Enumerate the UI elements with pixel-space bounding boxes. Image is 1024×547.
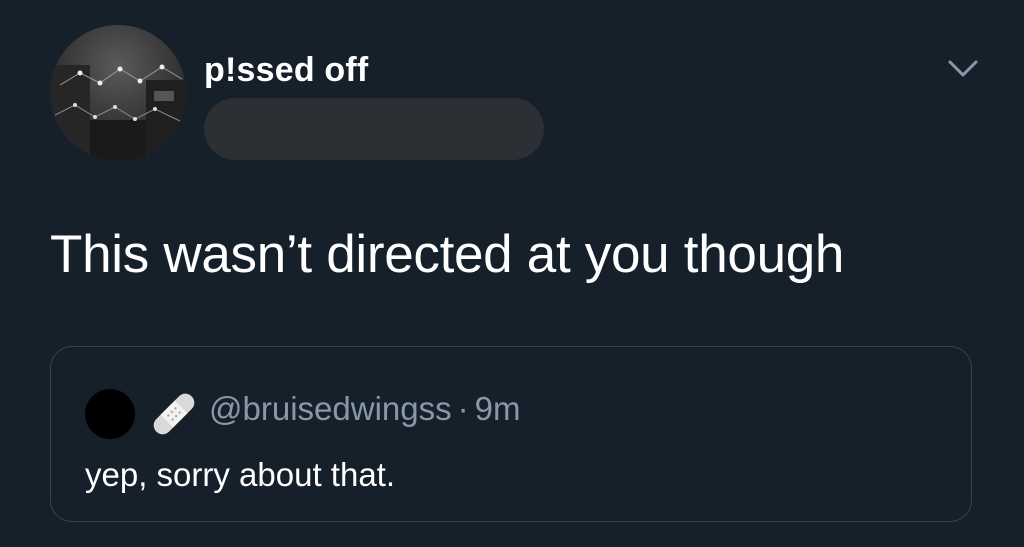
- quoted-tweet-text: yep, sorry about that.: [85, 456, 396, 493]
- quoted-handle[interactable]: @bruisedwingss: [209, 390, 452, 427]
- meta-separator: ·: [457, 390, 469, 427]
- quoted-author-avatar[interactable]: [85, 389, 135, 439]
- chevron-down-icon[interactable]: [944, 54, 982, 84]
- bandage-icon: [153, 393, 195, 435]
- redacted-handle: [204, 98, 544, 160]
- tweet-text: This wasn’t directed at you though: [50, 225, 845, 284]
- quoted-timestamp[interactable]: 9m: [475, 390, 521, 427]
- author-avatar[interactable]: [50, 25, 186, 161]
- author-display-name[interactable]: p!ssed off: [204, 50, 368, 90]
- avatar-photo: [50, 25, 186, 161]
- quoted-meta: @bruisedwingss · 9m: [209, 387, 520, 431]
- tweet-card: p!ssed off This wasn’t directed at you t…: [0, 0, 1024, 547]
- quoted-tweet[interactable]: @bruisedwingss · 9m yep, sorry about that.: [50, 346, 972, 522]
